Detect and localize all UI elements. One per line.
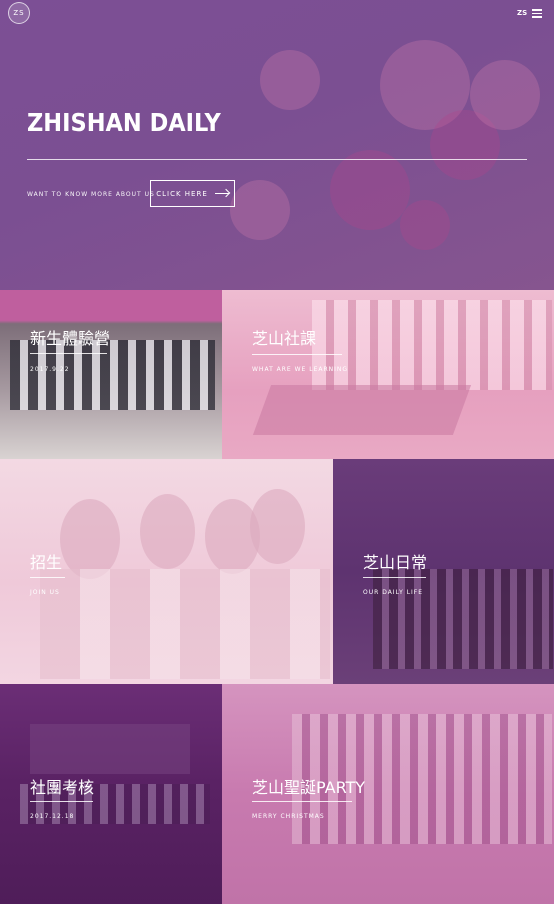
tile-underline [30, 353, 107, 354]
tile-heading: 芝山聖誕PARTY [252, 778, 366, 797]
tile-underline [363, 577, 426, 578]
hero-banner: ZS ZS ZHISHAN DAILY WANT TO KNOW MORE AB… [0, 0, 554, 290]
arrow-right-icon [214, 193, 229, 194]
site-logo[interactable]: ZS [8, 2, 30, 24]
person-figure [60, 499, 120, 579]
person-figure [250, 489, 305, 564]
qipao-dresses [40, 569, 330, 679]
decorative-flower [330, 150, 410, 230]
stage-backdrop [30, 724, 190, 774]
tile-subtitle: 2017.12.18 [30, 813, 75, 820]
tile-orientation-camp[interactable]: 新生體驗營 2017.9.22 [0, 290, 222, 459]
person-figure [140, 494, 195, 569]
click-here-button[interactable]: CLICK HERE [150, 180, 235, 207]
decorative-flower [400, 200, 450, 250]
cta-text: WANT TO KNOW MORE ABOUT US [27, 191, 155, 198]
tile-heading: 社團考核 [30, 778, 95, 797]
tile-subtitle: MERRY CHRISTMAS [252, 813, 325, 820]
tile-underline [30, 577, 65, 578]
classroom-table [252, 385, 472, 435]
tile-recruitment[interactable]: 招生 JOIN US [0, 459, 333, 684]
tile-heading: 招生 [30, 553, 63, 572]
page-title: ZHISHAN DAILY [27, 108, 221, 137]
tile-underline [252, 354, 342, 355]
tile-club-class[interactable]: 芝山社課 WHAT ARE WE LEARNING [222, 290, 554, 459]
tile-subtitle: JOIN US [30, 589, 60, 596]
language-switch[interactable]: ZS [517, 9, 527, 17]
tile-club-evaluation[interactable]: 社團考核 2017.12.18 [0, 684, 222, 904]
tile-heading: 芝山社課 [252, 329, 317, 348]
group-photo-people [10, 340, 215, 410]
click-here-label: CLICK HERE [156, 189, 208, 198]
decorative-flower [260, 50, 320, 110]
tile-christmas-party[interactable]: 芝山聖誕PARTY MERRY CHRISTMAS [222, 684, 554, 904]
tile-heading: 芝山日常 [363, 553, 428, 572]
tile-underline [30, 801, 93, 802]
class-photo-people [312, 300, 552, 390]
tile-subtitle: OUR DAILY LIFE [363, 589, 424, 596]
tile-daily-life[interactable]: 芝山日常 OUR DAILY LIFE [333, 459, 554, 684]
decorative-flower [230, 180, 290, 240]
hamburger-menu-icon[interactable] [532, 9, 542, 18]
tile-heading: 新生體驗營 [30, 329, 111, 348]
title-divider [27, 159, 527, 160]
tile-underline [252, 801, 352, 802]
decorative-flower [470, 60, 540, 130]
daily-life-people [373, 569, 553, 669]
tile-subtitle: 2017.9.22 [30, 366, 70, 373]
tile-subtitle: WHAT ARE WE LEARNING [252, 366, 349, 373]
